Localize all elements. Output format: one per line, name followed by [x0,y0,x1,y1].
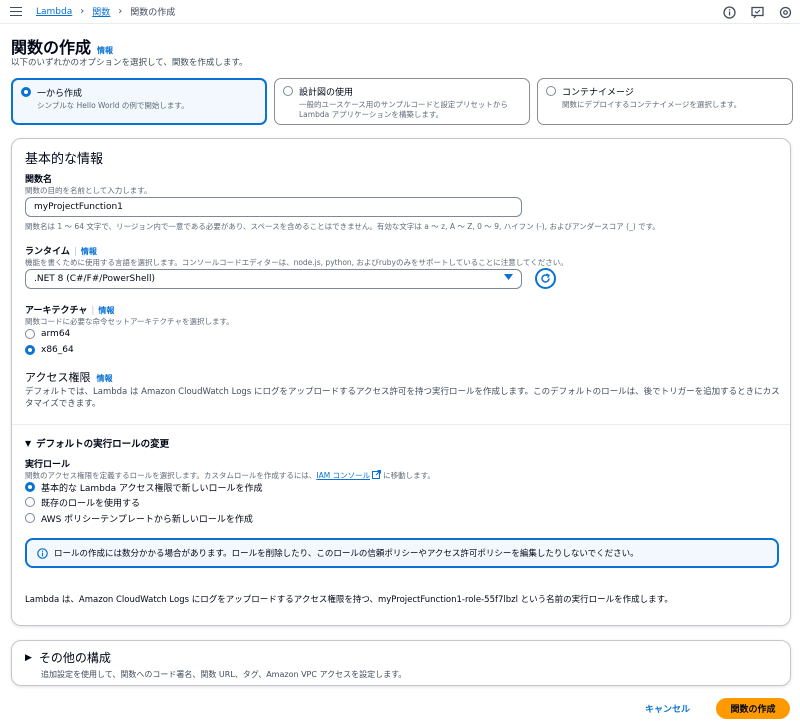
option-container-image[interactable]: コンテナイメージ 関数にデプロイするコンテナイメージを選択します。 [537,78,793,125]
option-desc: 関数にデプロイするコンテナイメージを選択します。 [562,100,742,109]
architecture-option-arm64[interactable]: arm64 [25,327,70,341]
menu-icon[interactable] [10,4,22,19]
option-title: コンテナイメージ [562,88,634,98]
page-subtitle: 以下のいずれかのオプションを選択して、関数を作成します。 [11,58,248,68]
role-expander[interactable]: ▼ デフォルトの実行ロールの変更 [25,436,170,451]
refresh-icon[interactable] [535,268,556,289]
info-link[interactable]: 情報 [97,45,113,56]
info-icon [37,547,48,559]
architecture-option-x86[interactable]: x86_64 [25,343,74,357]
radio-icon[interactable] [25,513,35,523]
permissions-desc: デフォルトでは、Lambda は Amazon CloudWatch Logs … [25,387,780,409]
permissions-info-link[interactable]: 情報 [96,373,112,384]
other-config-desc: 追加設定を使用して、関数へのコード署名、関数 URL、タグ、Amazon VPC… [41,670,407,679]
radio-icon[interactable] [283,86,293,96]
creation-options: 一から作成 シンプルな Hello World の例で開始します。 設計図の使用… [11,78,793,125]
option-use-blueprint[interactable]: 設計図の使用 一般的ユースケース用のサンプルコードと設定プリセットから Lamb… [274,78,530,125]
architecture-info-link[interactable]: 情報 [98,305,114,316]
architecture-label: アーキテクチャ [25,306,88,316]
caret-down-icon [504,274,513,284]
role-option-new-basic[interactable]: 基本的な Lambda アクセス権限で新しいロールを作成 [25,480,263,494]
info-alert: ロールの作成には数分かかる場合があります。ロールを削除したり、このロールの信頼ポ… [25,538,779,568]
runtime-value: .NET 8 (C#/F#/PowerShell) [34,274,156,284]
other-config-panel[interactable]: ▶ その他の構成 追加設定を使用して、関数へのコード署名、関数 URL、タグ、A… [11,640,791,686]
other-config-header[interactable]: ▶ その他の構成 [25,649,111,666]
option-desc: シンプルな Hello World の例で開始します。 [37,101,189,110]
radio-icon[interactable] [21,87,31,97]
radio-icon[interactable] [25,329,35,339]
divider [12,424,790,425]
top-bar: Lambda › 関数 › 関数の作成 [0,0,800,24]
permissions-title: アクセス権限 [25,371,91,384]
option-author-from-scratch[interactable]: 一から作成 シンプルな Hello World の例で開始します。 [11,78,267,125]
chevron-right-icon: › [80,6,85,17]
role-option-policy-template[interactable]: AWS ポリシーテンプレートから新しいロールを作成 [25,511,253,525]
option-label: x86_64 [41,345,74,355]
basic-info-panel: 基本的な情報 関数名 関数の目的を名前として入力します。 myProjectFu… [11,138,791,626]
feedback-icon[interactable] [750,5,764,19]
info-icon[interactable] [722,5,736,19]
function-name-input[interactable]: myProjectFunction1 [25,197,522,217]
permissions-header: アクセス権限 情報 [25,369,112,385]
runtime-desc: 機能を書くために使用する言語を選択します。コンソールコードエディターは、node… [25,258,568,267]
radio-icon[interactable] [546,86,556,96]
page-title: 関数の作成 [11,38,92,57]
breadcrumb-lambda[interactable]: Lambda [36,7,72,17]
caret-down-icon: ▼ [25,438,32,448]
function-name-label: 関数名 [25,175,53,185]
panel-title: 基本的な情報 [25,152,104,167]
architecture-desc: 関数コードに必要な命令セットアーキテクチャを選択します。 [25,317,234,326]
option-title: 一から作成 [37,89,83,99]
function-name-hint: 関数名は 1 〜 64 文字で、リージョン内で一意である必要があり、スペースを含… [25,222,660,231]
function-name-desc: 関数の目的を名前として入力します。 [25,186,152,195]
option-label: arm64 [41,329,71,339]
execution-role-label: 実行ロール [25,460,71,470]
other-config-title: その他の構成 [38,651,111,665]
page-header: 関数の作成 情報 [11,34,113,58]
option-desc: 一般的ユースケース用のサンプルコードと設定プリセットから Lambda アプリケ… [299,100,508,120]
expander-label: デフォルトの実行ロールの変更 [36,439,170,450]
runtime-select[interactable]: .NET 8 (C#/F#/PowerShell) [25,269,522,289]
architecture-header: アーキテクチャ | 情報 [25,303,114,316]
radio-icon[interactable] [25,497,35,507]
create-function-button[interactable]: 関数の作成 [716,698,790,719]
option-title: 設計図の使用 [299,88,354,98]
runtime-header: ランタイム | 情報 [25,244,97,257]
option-label: 基本的な Lambda アクセス権限で新しいロールを作成 [41,483,263,494]
cancel-button[interactable]: キャンセル [645,702,690,715]
runtime-info-link[interactable]: 情報 [81,246,97,257]
breadcrumb-current: 関数の作成 [130,8,176,18]
chevron-right-icon: › [118,6,123,17]
role-summary: Lambda は、Amazon CloudWatch Logs にログをアップロ… [25,595,673,605]
radio-icon[interactable] [25,482,35,492]
breadcrumb: Lambda › 関数 › 関数の作成 [36,5,175,18]
iam-console-link[interactable]: IAM コンソール [316,470,370,481]
role-option-existing[interactable]: 既存のロールを使用する [25,495,140,509]
breadcrumb-functions[interactable]: 関数 [92,5,110,18]
external-link-icon[interactable] [372,470,382,481]
option-label: AWS ポリシーテンプレートから新しいロールを作成 [41,514,253,525]
alert-text: ロールの作成には数分かかる場合があります。ロールを削除したり、このロールの信頼ポ… [54,549,639,559]
option-label: 既存のロールを使用する [41,498,141,509]
caret-right-icon: ▶ [25,652,32,663]
settings-icon[interactable] [778,5,792,19]
runtime-label: ランタイム [25,247,70,257]
radio-icon[interactable] [25,345,35,355]
